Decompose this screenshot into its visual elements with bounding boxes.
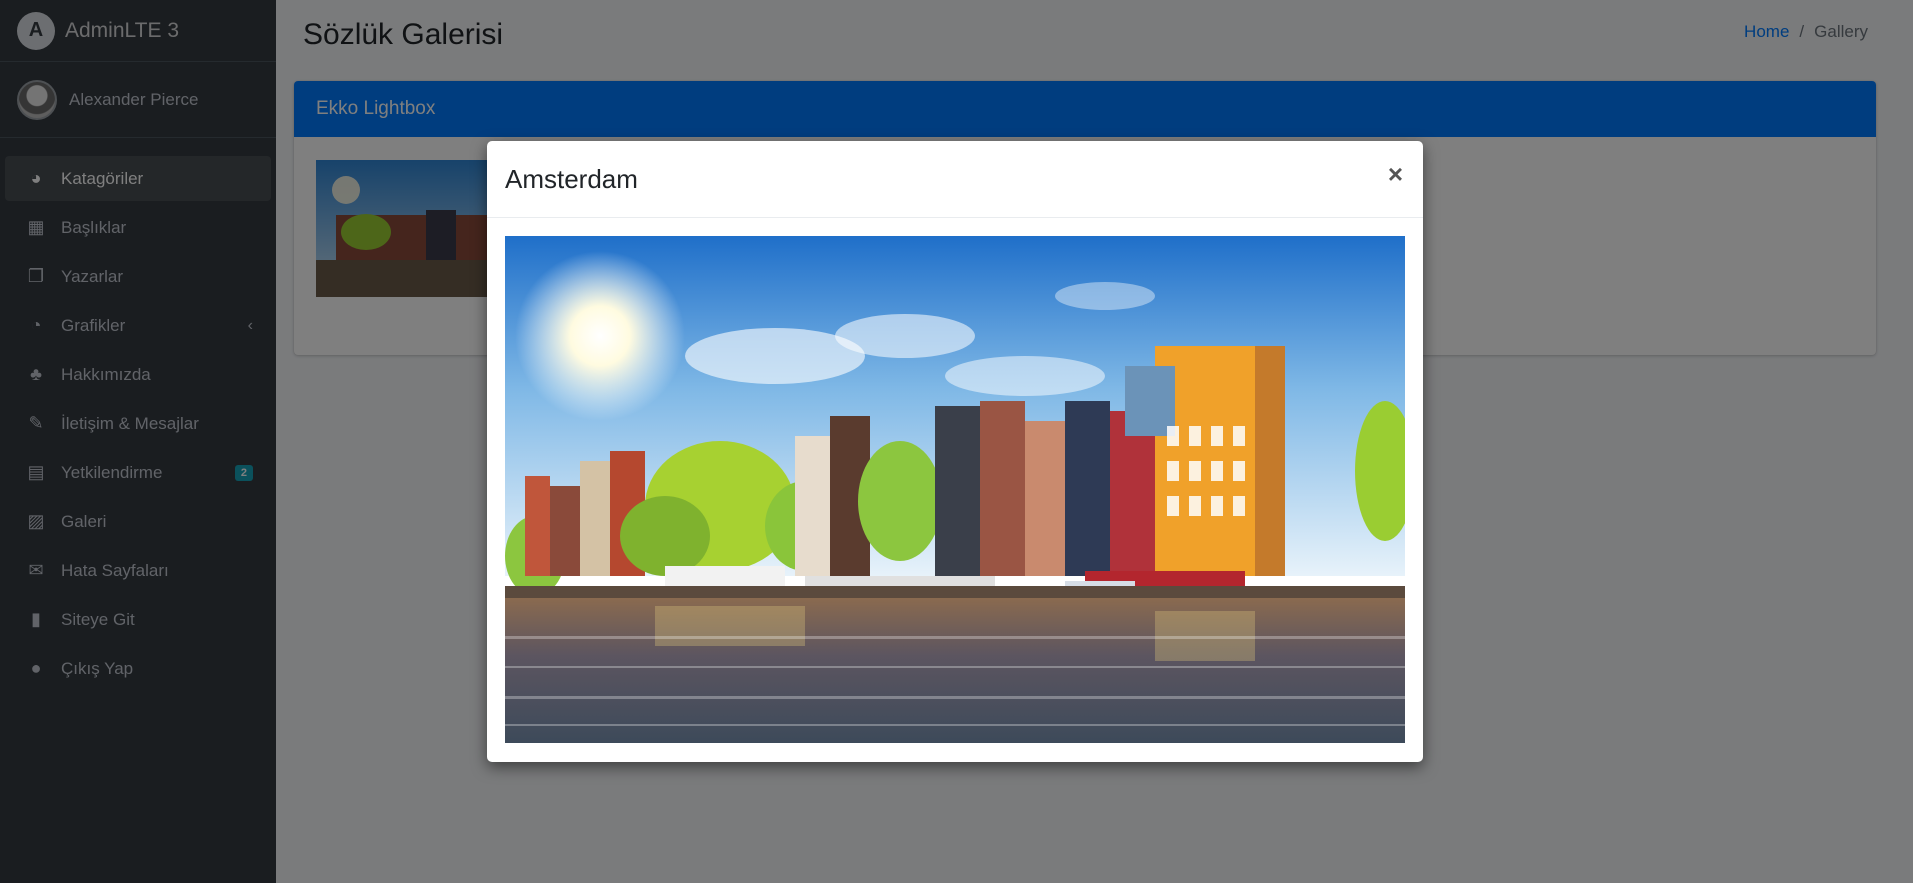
amsterdam-photo: [505, 236, 1405, 743]
modal-header: Amsterdam ×: [487, 141, 1423, 218]
lightbox-modal: Amsterdam ×: [487, 141, 1423, 762]
close-icon[interactable]: ×: [1388, 159, 1403, 190]
modal-body: [505, 236, 1405, 743]
modal-title: Amsterdam: [505, 163, 638, 194]
